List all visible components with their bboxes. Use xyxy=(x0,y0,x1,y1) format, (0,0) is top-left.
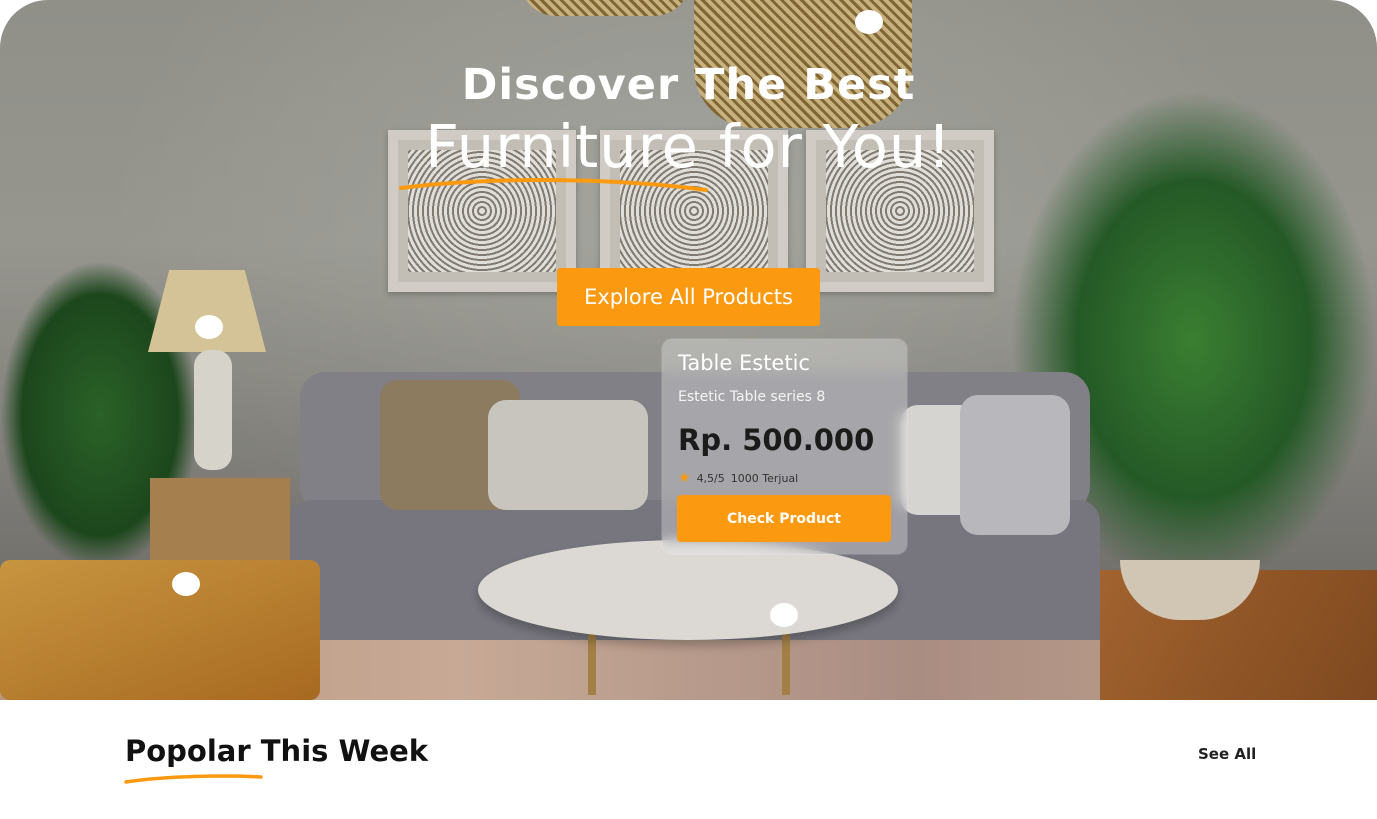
explore-all-products-button[interactable]: Explore All Products xyxy=(557,268,820,326)
product-subtitle: Estetic Table series 8 xyxy=(678,389,826,405)
product-title: Table Estetic xyxy=(678,351,810,375)
product-hotspot[interactable] xyxy=(195,315,223,339)
product-hotspot[interactable] xyxy=(172,572,200,596)
see-all-link[interactable]: See All xyxy=(1198,745,1256,763)
product-card: Table Estetic Estetic Table series 8 Rp.… xyxy=(662,339,907,554)
check-product-button[interactable]: Check Product xyxy=(677,495,891,542)
product-price: Rp. 500.000 xyxy=(678,423,875,457)
star-icon: ★ xyxy=(678,470,691,486)
product-rating: 4,5/5 xyxy=(696,471,725,485)
product-sold-count: 1000 Terjual xyxy=(730,471,799,485)
popular-section-title: Popolar This Week xyxy=(125,734,429,768)
product-hotspot[interactable] xyxy=(855,10,883,34)
hero-headline-line1: Discover The Best xyxy=(461,60,916,110)
hero-headline-line2: Furniture for You! xyxy=(425,112,952,181)
product-hotspot[interactable] xyxy=(770,603,798,627)
hero-banner: Discover The Best Furniture for You! Exp… xyxy=(0,0,1377,700)
headline-underline-swoosh xyxy=(399,178,708,192)
product-rating-row: ★ 4,5/5 1000 Terjual xyxy=(678,471,798,485)
section-underline-swoosh xyxy=(124,774,263,784)
